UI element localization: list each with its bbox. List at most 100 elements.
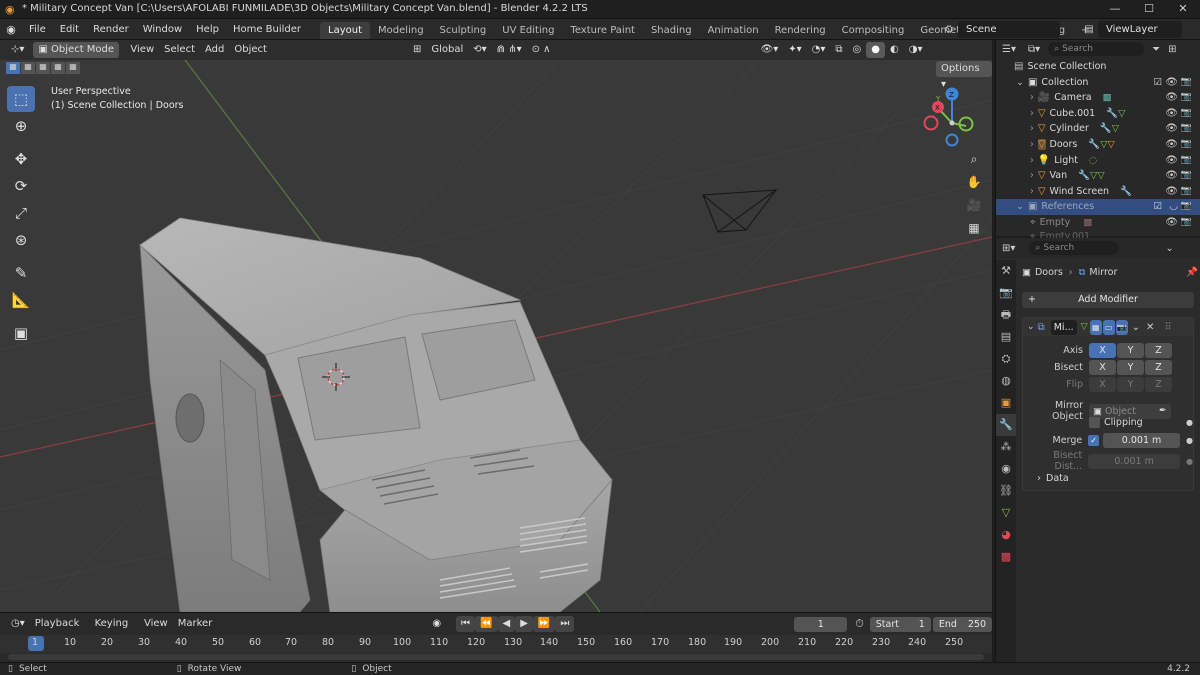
menu-timeline-view[interactable]: View <box>139 616 173 632</box>
chevron-down-icon[interactable]: ⌄ <box>1016 201 1024 212</box>
select-new-icon[interactable]: ▦ <box>6 62 20 74</box>
chevron-right-icon[interactable]: › <box>1030 123 1034 134</box>
select-subtract-icon[interactable]: ▦ <box>36 62 50 74</box>
ortho-toggle-icon[interactable]: ▦ <box>963 221 985 244</box>
editor-type-button[interactable]: ⊹▾ <box>6 42 29 58</box>
camera-view-icon[interactable]: 🎥 <box>963 198 985 221</box>
eye-icon[interactable]: 👁 <box>1165 153 1178 169</box>
render-camera-icon[interactable]: 📷 <box>1181 106 1192 122</box>
axis-z-toggle[interactable]: Z <box>1145 343 1172 358</box>
chevron-right-icon[interactable]: › <box>1030 108 1034 119</box>
render-camera-icon[interactable]: 📷 <box>1181 121 1192 137</box>
outliner-row-collection[interactable]: ⌄ ▣ Collection ☑ 👁 📷 <box>996 75 1200 91</box>
pivot-icon[interactable]: ⟲▾ <box>468 42 491 58</box>
menu-add[interactable]: Add <box>200 42 229 58</box>
scene-tab-icon[interactable]: ⛭ <box>996 348 1016 370</box>
snap-icon[interactable]: ⋒ ⋔▾ <box>492 42 527 58</box>
menu-edit[interactable]: Edit <box>53 19 86 40</box>
eye-icon[interactable]: 👁 <box>1165 137 1178 153</box>
outliner-row-scene-collection[interactable]: ▤ Scene Collection <box>996 59 1200 75</box>
drag-handle-icon[interactable]: ⠿ <box>1164 322 1171 333</box>
measure-tool-icon[interactable]: 📐 <box>7 287 35 313</box>
data-tab-icon[interactable]: ▽ <box>996 502 1016 524</box>
outliner-row-van[interactable]: › ▽ Van 🔧▽▽ 👁 📷 <box>996 168 1200 184</box>
add-modifier-button[interactable]: + Add Modifier <box>1022 292 1194 308</box>
world-tab-icon[interactable]: ◍ <box>996 370 1016 392</box>
start-frame-field[interactable]: Start 1 <box>869 616 931 632</box>
axis-y-toggle[interactable]: Y <box>1117 343 1144 358</box>
visibility-icon[interactable]: 👁▾ <box>756 42 784 58</box>
chevron-right-icon[interactable]: › <box>1030 139 1034 150</box>
bisect-x-toggle[interactable]: X <box>1089 360 1116 375</box>
chevron-right-icon[interactable]: › <box>1030 155 1034 166</box>
on-cage-toggle-icon[interactable]: ▦ <box>1089 319 1102 335</box>
clock-editor-icon[interactable]: ◷▾ <box>6 616 30 632</box>
annotate-tool-icon[interactable]: ✎ <box>7 260 35 286</box>
constraints-tab-icon[interactable]: ⛓ <box>996 480 1016 502</box>
scene-name-field[interactable]: Scene <box>958 21 1060 38</box>
filter-icon[interactable]: ⏷ <box>1152 44 1160 55</box>
select-extend-icon[interactable]: ▦ <box>21 62 35 74</box>
eye-icon[interactable]: 👁 <box>1165 215 1178 231</box>
minimize-button[interactable]: — <box>1100 2 1130 17</box>
modifier-tab-icon[interactable]: 🔧 <box>996 414 1016 436</box>
flip-y-toggle[interactable]: Y <box>1117 377 1144 392</box>
menu-marker[interactable]: Marker <box>173 616 218 632</box>
menu-render[interactable]: Render <box>86 19 136 40</box>
properties-editor-icon[interactable]: ⊞▾ <box>1002 243 1015 254</box>
solid-shading-icon[interactable]: ● <box>866 42 885 58</box>
eye-hidden-icon[interactable]: ◡ <box>1169 199 1178 215</box>
modifier-name-field[interactable]: Mi... <box>1050 319 1077 335</box>
texture-tab-icon[interactable]: ▩ <box>996 546 1016 568</box>
outliner-row-cylinder[interactable]: › ▽ Cylinder 🔧▽ 👁 📷 <box>996 121 1200 137</box>
jump-end-icon[interactable]: ⏭ <box>555 616 575 632</box>
merge-checkbox[interactable]: ✓ <box>1088 435 1100 446</box>
new-collection-icon[interactable]: ⊞ <box>1168 44 1176 55</box>
jump-keyframe-back-icon[interactable]: ⏪ <box>475 616 498 632</box>
tab-shading[interactable]: Shading <box>643 22 700 39</box>
wireframe-shading-icon[interactable]: ◎ <box>848 42 867 58</box>
select-box-tool-icon[interactable]: ⬚ <box>7 86 35 112</box>
zoom-icon[interactable]: ⌕ <box>963 152 985 175</box>
eye-icon[interactable]: 👁 <box>1165 90 1178 106</box>
render-tab-icon[interactable]: 📷 <box>996 282 1016 304</box>
eye-icon[interactable]: 👁 <box>1165 121 1178 137</box>
modifier-menu-icon[interactable]: ⌄ <box>1132 322 1140 333</box>
van-model[interactable] <box>139 217 613 612</box>
outliner-search-input[interactable]: ⌕ Search <box>1048 42 1145 56</box>
menu-keying[interactable]: Keying ▾ <box>90 616 139 645</box>
maximize-button[interactable]: ☐ <box>1134 2 1164 17</box>
properties-search-input[interactable]: ⌕ Search <box>1029 241 1120 255</box>
eye-icon[interactable]: 👁 <box>1165 106 1178 122</box>
render-camera-icon[interactable]: 📷 <box>1181 75 1192 91</box>
mode-dropdown[interactable]: ▣ Object Mode <box>33 42 120 58</box>
pan-hand-icon[interactable]: ✋ <box>963 175 985 198</box>
add-cube-tool-icon[interactable]: ▣ <box>7 320 35 346</box>
chevron-down-icon[interactable]: ⌄ <box>1165 243 1173 254</box>
bisect-y-toggle[interactable]: Y <box>1117 360 1144 375</box>
play-icon[interactable]: ▶ <box>515 616 533 632</box>
tab-layout[interactable]: Layout <box>320 21 371 39</box>
collection-checkbox-icon[interactable]: ☑ <box>1153 75 1162 91</box>
clipping-checkbox[interactable] <box>1089 417 1100 428</box>
orientation-dropdown[interactable]: Global <box>426 42 468 58</box>
eyedropper-icon[interactable]: ✒ <box>1159 406 1167 416</box>
options-dropdown[interactable]: Options ▾ <box>936 61 992 90</box>
output-tab-icon[interactable]: 🖶 <box>996 304 1016 326</box>
chevron-right-icon[interactable]: › <box>1030 186 1034 197</box>
timeline-ruler[interactable]: 1 10 20 30 40 50 60 70 80 90 100 110 120… <box>0 635 992 653</box>
eye-icon[interactable]: 👁 <box>1165 184 1178 200</box>
outliner-row-references[interactable]: ⌄ ▣ References ☑ ◡ 📷 <box>996 199 1200 215</box>
remove-modifier-icon[interactable]: ✕ <box>1146 322 1154 333</box>
gizmo-toggle-icon[interactable]: ✦▾ <box>783 42 806 58</box>
data-subpanel-header[interactable]: › Data <box>1037 473 1069 484</box>
tab-uv-editing[interactable]: UV Editing <box>494 22 562 39</box>
transform-tool-icon[interactable]: ⊛ <box>7 227 35 253</box>
select-intersect-icon[interactable]: ▦ <box>66 62 80 74</box>
bisect-distance-field[interactable]: 0.001 m <box>1088 453 1181 469</box>
collapse-chevron-icon[interactable]: ⌄ <box>1027 322 1035 332</box>
cursor-tool-icon[interactable]: ⊕ <box>7 113 35 139</box>
proportional-edit-icon[interactable]: ⊙ ∧ <box>527 42 556 58</box>
material-shading-icon[interactable]: ◐ <box>885 42 904 58</box>
outliner-row-doors[interactable]: › ▽ Doors 🔧▽▽ 👁 📷 <box>996 137 1200 153</box>
